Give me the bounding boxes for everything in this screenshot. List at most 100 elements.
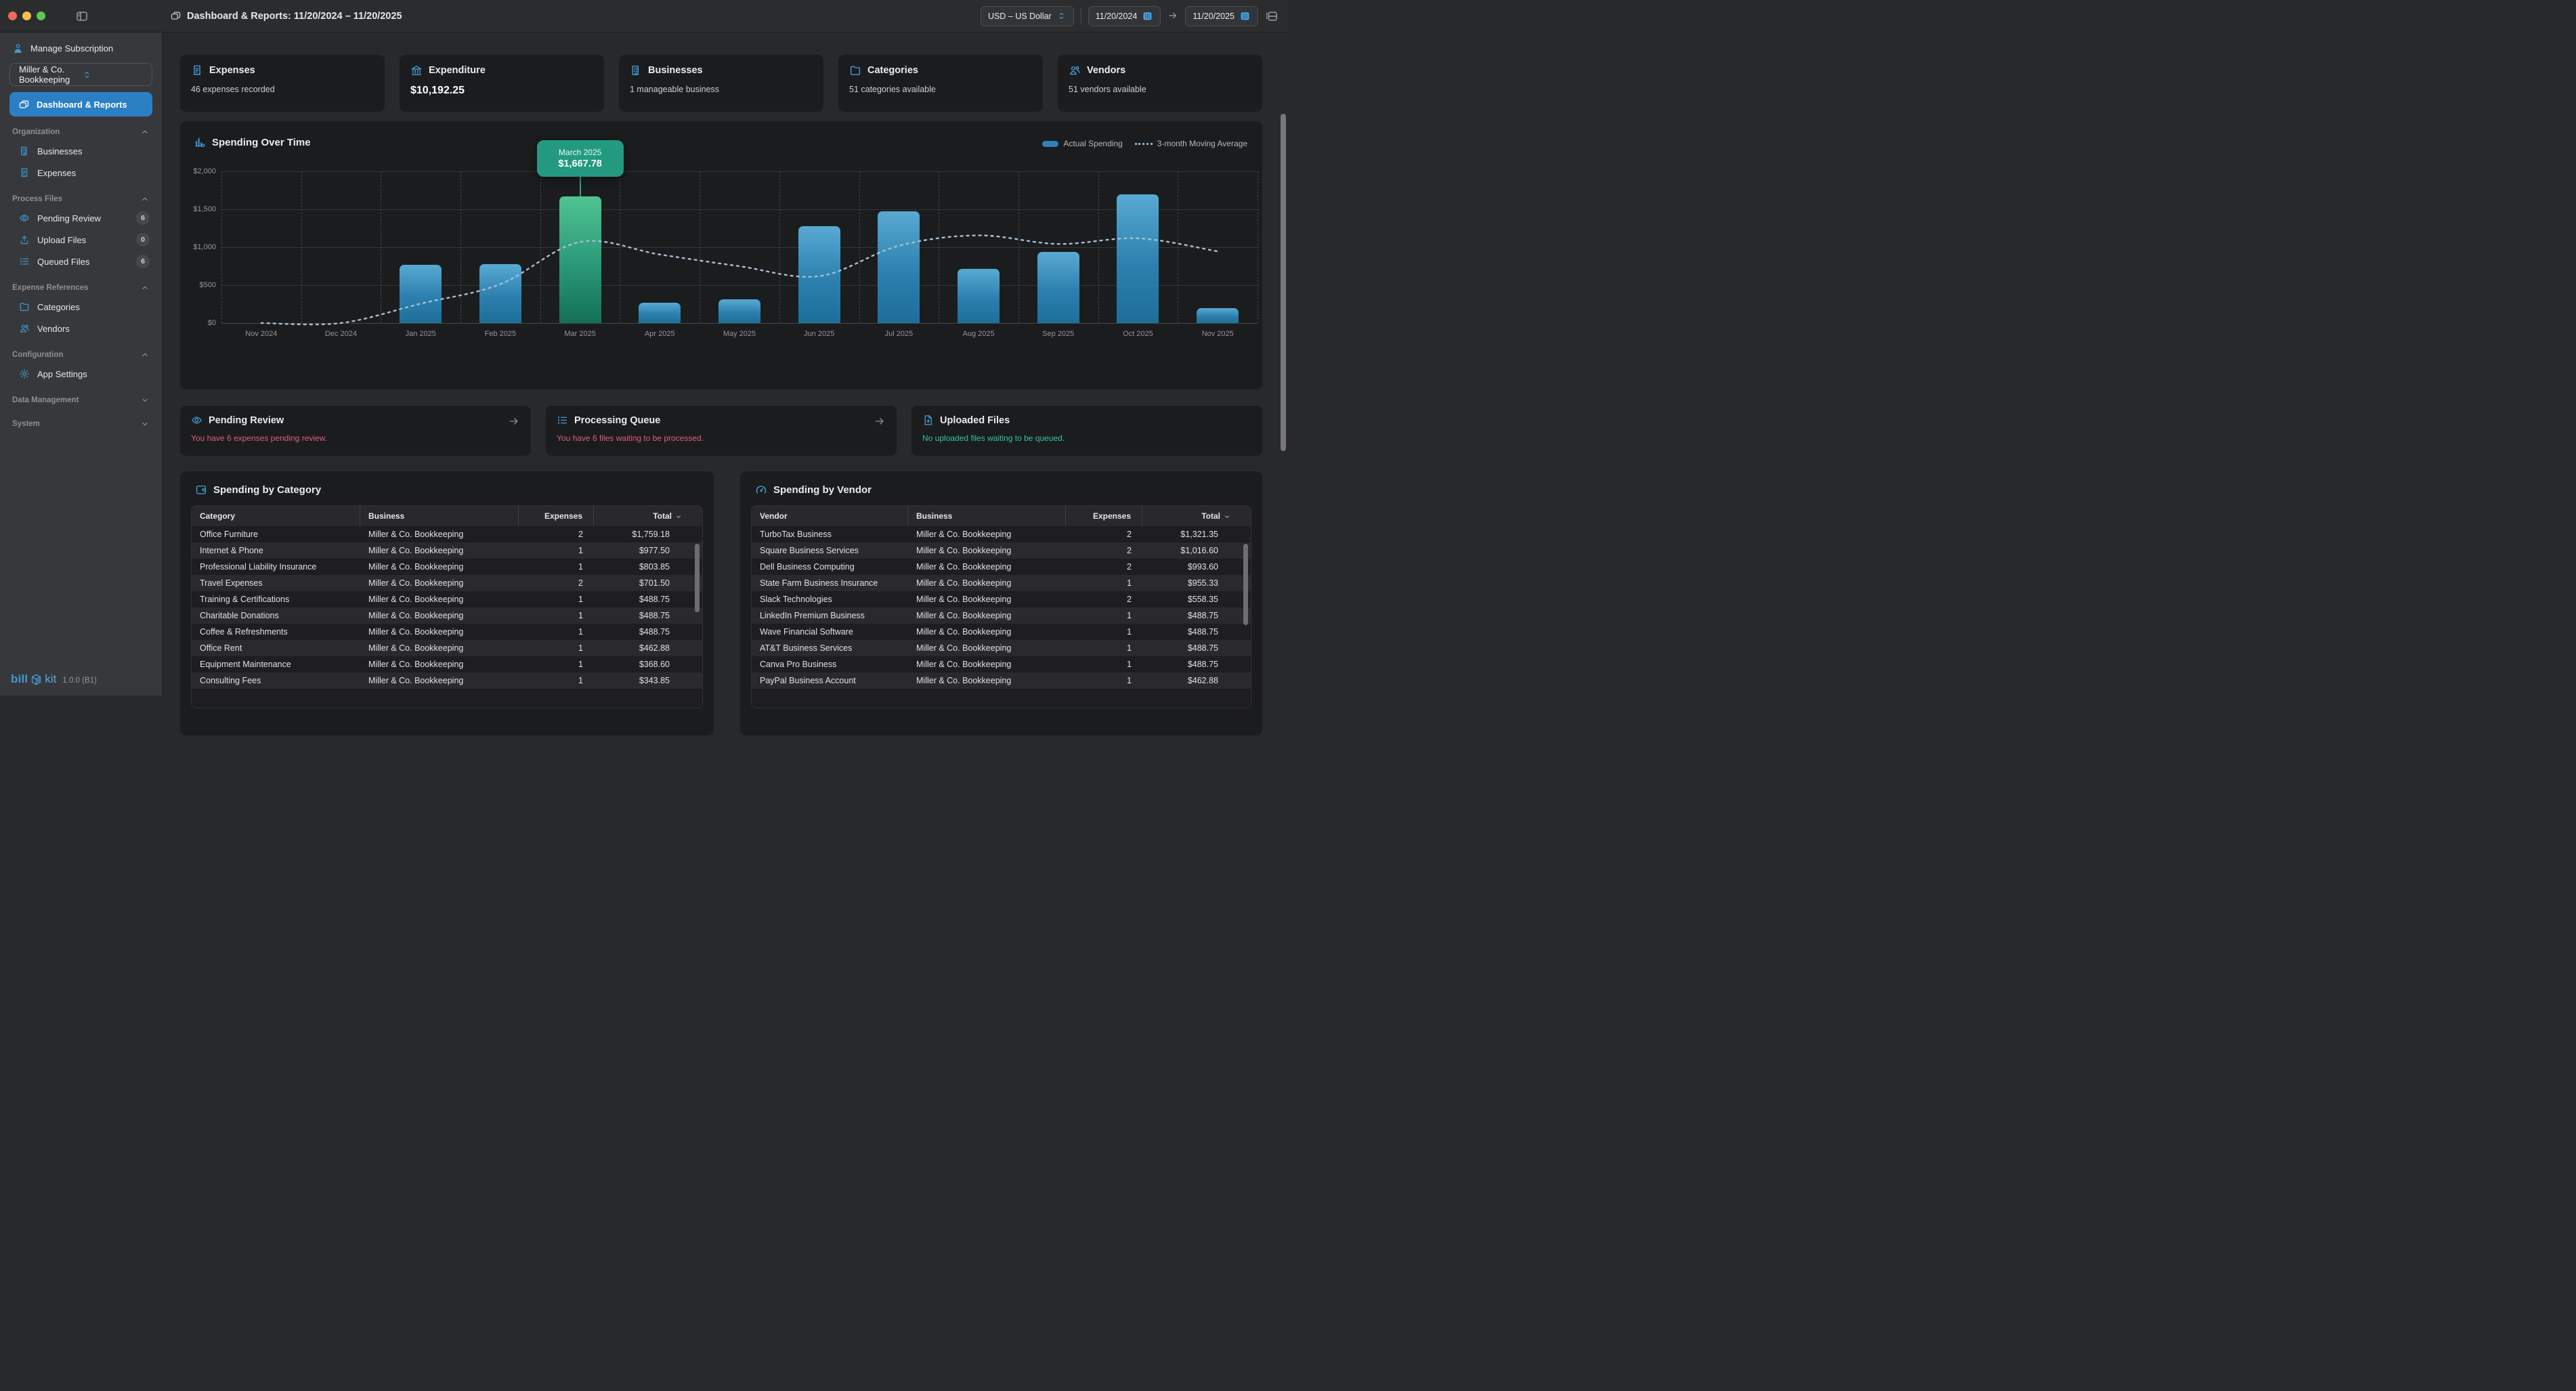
column-header-total[interactable]: Total (1142, 506, 1251, 526)
table-row[interactable]: TurboTax BusinessMiller & Co. Bookkeepin… (752, 526, 1251, 542)
file-icon (922, 414, 934, 426)
section-label: Expense References (12, 284, 140, 292)
gridline-vertical (779, 171, 780, 323)
sidebar-item-queued-files[interactable]: Queued Files6 (9, 251, 152, 272)
table-row[interactable]: Square Business ServicesMiller & Co. Boo… (752, 542, 1251, 559)
table-row[interactable]: Travel ExpensesMiller & Co. Bookkeeping2… (192, 575, 702, 591)
status-card-pending-review[interactable]: Pending ReviewYou have 6 expenses pendin… (179, 405, 532, 456)
cell-name: Training & Certifications (192, 591, 360, 607)
sidebar-item-label: Businesses (37, 146, 150, 156)
cell-expenses: 1 (519, 656, 594, 672)
sidebar-toggle-icon (75, 9, 89, 23)
table-scrollbar-thumb[interactable] (1243, 544, 1248, 625)
table-rows-icon[interactable] (1265, 9, 1279, 23)
table-scrollbar-thumb[interactable] (695, 544, 700, 612)
cell-expenses: 1 (1066, 575, 1142, 591)
status-card-processing-queue[interactable]: Processing QueueYou have 6 files waiting… (545, 405, 897, 456)
main-content: Expenses46 expenses recordedExpenditure$… (163, 33, 1288, 696)
manage-subscription-button[interactable]: Manage Subscription (9, 39, 152, 57)
sidebar-section-configuration[interactable]: Configuration (9, 347, 152, 363)
column-header-business[interactable]: Business (360, 506, 519, 526)
chart-bar-feb-2025[interactable] (479, 264, 521, 323)
x-axis-tick: Jun 2025 (787, 330, 852, 338)
column-header-total[interactable]: Total (594, 506, 702, 526)
column-header-business[interactable]: Business (908, 506, 1066, 526)
table-row[interactable]: Consulting FeesMiller & Co. Bookkeeping1… (192, 672, 702, 689)
sidebar-section-process-files[interactable]: Process Files (9, 191, 152, 207)
sidebar-item-upload-files[interactable]: Upload Files0 (9, 229, 152, 251)
zoom-window-button[interactable] (37, 12, 45, 20)
column-header-vendor[interactable]: Vendor (752, 506, 908, 526)
column-header-expenses[interactable]: Expenses (519, 506, 594, 526)
stat-card-expenditure[interactable]: Expenditure$10,192.25 (399, 54, 605, 112)
chart-bar-nov-2025[interactable] (1197, 308, 1239, 323)
sidebar-section-expense-references[interactable]: Expense References (9, 280, 152, 296)
cell-business: Miller & Co. Bookkeeping (360, 526, 519, 542)
chart-bar-jun-2025[interactable] (798, 226, 840, 323)
sidebar-section-system[interactable]: System (9, 416, 152, 432)
table-row[interactable]: Charitable DonationsMiller & Co. Bookkee… (192, 607, 702, 624)
chart-bar-apr-2025[interactable] (639, 303, 681, 323)
sidebar-item-categories[interactable]: Categories (9, 296, 152, 318)
sidebar-item-dashboard-reports[interactable]: Dashboard & Reports (9, 92, 152, 116)
chart-bar-may-2025[interactable] (718, 299, 760, 323)
sidebar-toggle-icon[interactable] (75, 9, 89, 23)
chart-bar-oct-2025[interactable] (1117, 194, 1159, 323)
table-row[interactable]: State Farm Business InsuranceMiller & Co… (752, 575, 1251, 591)
stat-card-vendors[interactable]: Vendors51 vendors available (1057, 54, 1263, 112)
stat-card-categories[interactable]: Categories51 categories available (838, 54, 1044, 112)
table-row[interactable]: Wave Financial SoftwareMiller & Co. Book… (752, 624, 1251, 640)
table-row[interactable]: Professional Liability InsuranceMiller &… (192, 559, 702, 575)
table-row[interactable]: Office RentMiller & Co. Bookkeeping1$462… (192, 640, 702, 656)
minimize-window-button[interactable] (22, 12, 31, 20)
chevron-updown-icon (82, 70, 92, 80)
dashboard-icon (18, 98, 30, 110)
page-scrollbar-thumb[interactable] (1281, 114, 1286, 451)
sidebar-section-data-management[interactable]: Data Management (9, 392, 152, 408)
start-date-field[interactable]: 11/20/2024 (1088, 6, 1161, 26)
sidebar-item-businesses[interactable]: Businesses (9, 140, 152, 162)
stat-cards-row: Expenses46 expenses recordedExpenditure$… (179, 54, 1263, 112)
close-window-button[interactable] (8, 12, 17, 20)
sidebar-item-app-settings[interactable]: App Settings (9, 363, 152, 385)
currency-select[interactable]: USD – US Dollar (981, 6, 1074, 26)
table-row[interactable]: Canva Pro BusinessMiller & Co. Bookkeepi… (752, 656, 1251, 672)
cell-total: $488.75 (594, 591, 702, 607)
table-row[interactable]: LinkedIn Premium BusinessMiller & Co. Bo… (752, 607, 1251, 624)
stat-card-businesses[interactable]: Businesses1 manageable business (618, 54, 824, 112)
chart-bar-mar-2025[interactable] (559, 196, 601, 323)
tables-row: Spending by CategoryCategoryBusinessExpe… (179, 471, 1263, 736)
calendar-icon[interactable] (1142, 10, 1153, 22)
table: VendorBusinessExpensesTotalTurboTax Busi… (751, 505, 1251, 708)
column-header-expenses[interactable]: Expenses (1066, 506, 1142, 526)
table-row[interactable]: PayPal Business AccountMiller & Co. Book… (752, 672, 1251, 689)
column-header-category[interactable]: Category (192, 506, 360, 526)
wallet-icon (195, 484, 207, 496)
chart-bar-sep-2025[interactable] (1037, 252, 1079, 323)
end-date-field[interactable]: 11/20/2025 (1185, 6, 1258, 26)
app-logo: bill kit 1.0.0 (B1) (11, 672, 97, 686)
table-row[interactable]: AT&T Business ServicesMiller & Co. Bookk… (752, 640, 1251, 656)
cell-total: $488.75 (594, 607, 702, 624)
sidebar-item-expenses[interactable]: Expenses (9, 162, 152, 184)
cell-total: $993.60 (1142, 559, 1251, 575)
table-row[interactable]: Office FurnitureMiller & Co. Bookkeeping… (192, 526, 702, 542)
table-row[interactable]: Dell Business ComputingMiller & Co. Book… (752, 559, 1251, 575)
table-row[interactable]: Training & CertificationsMiller & Co. Bo… (192, 591, 702, 607)
business-selector[interactable]: Miller & Co. Bookkeeping (9, 63, 152, 86)
status-card-uploaded-files[interactable]: Uploaded FilesNo uploaded files waiting … (911, 405, 1263, 456)
sidebar-item-vendors[interactable]: Vendors (9, 318, 152, 339)
sidebar-item-pending-review[interactable]: Pending Review6 (9, 207, 152, 229)
table-row[interactable]: Equipment MaintenanceMiller & Co. Bookke… (192, 656, 702, 672)
page-scrollbar[interactable] (1280, 33, 1287, 696)
sidebar-section-organization[interactable]: Organization (9, 124, 152, 140)
chart-bar-aug-2025[interactable] (958, 269, 1000, 323)
stat-card-expenses[interactable]: Expenses46 expenses recorded (179, 54, 385, 112)
chart-bar-jan-2025[interactable] (400, 265, 442, 323)
table-row[interactable]: Coffee & RefreshmentsMiller & Co. Bookke… (192, 624, 702, 640)
table-row[interactable]: Internet & PhoneMiller & Co. Bookkeeping… (192, 542, 702, 559)
status-card-message: You have 6 files waiting to be processed… (557, 433, 886, 443)
table-row[interactable]: Slack TechnologiesMiller & Co. Bookkeepi… (752, 591, 1251, 607)
chart-bar-jul-2025[interactable] (878, 211, 920, 323)
calendar-icon[interactable] (1239, 10, 1251, 22)
